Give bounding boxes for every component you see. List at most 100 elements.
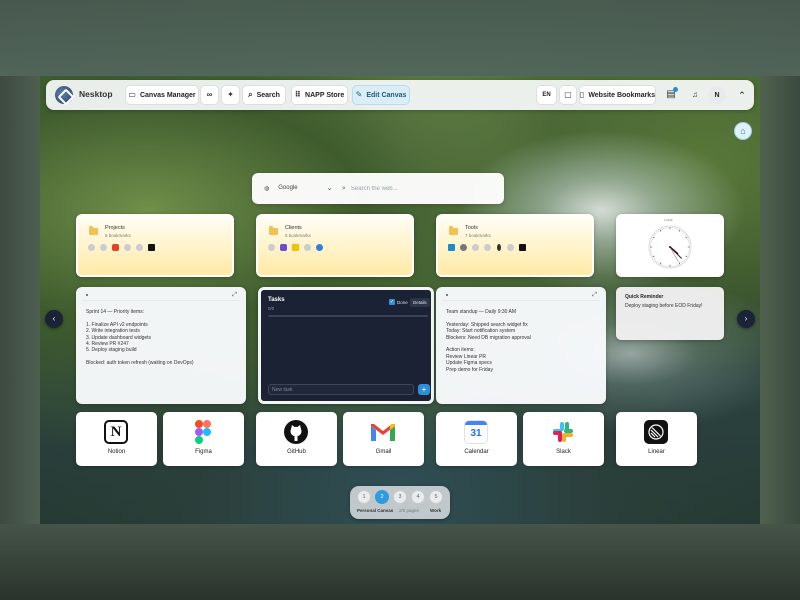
clock-widget[interactable]: Local [616, 214, 724, 277]
language-button[interactable]: EN [536, 85, 557, 105]
backdrop-top [0, 0, 800, 76]
web-search-widget: ◍ Google ⌄ ⌕ [252, 173, 504, 204]
folder-count: 7 bookmarks [465, 233, 491, 238]
app-figma[interactable]: Figma [163, 412, 244, 466]
globe-icon[interactable] [88, 244, 95, 251]
add-task-button[interactable]: + [418, 384, 430, 395]
github-icon [284, 420, 308, 444]
website-bookmarks-button[interactable]: ▯ Website Bookmarks [579, 85, 656, 105]
backdrop-left [0, 76, 40, 524]
folder-count: 6 bookmarks [105, 233, 131, 238]
app-name: Gmail [375, 449, 392, 455]
globe-icon[interactable] [268, 244, 275, 251]
folder-clients[interactable]: Clients 5 bookmarks [256, 214, 414, 277]
link-button[interactable]: ∞ [200, 85, 219, 105]
app-github[interactable]: GitHub [256, 412, 337, 466]
notion-icon: N [104, 420, 128, 444]
link-icon: ∞ [206, 90, 213, 99]
folder-tools[interactable]: Tools 7 bookmarks [436, 214, 594, 277]
expand-icon[interactable]: ⤢ [592, 292, 597, 299]
gmail-icon [371, 420, 395, 444]
web-search-input[interactable] [350, 185, 481, 192]
show-done-toggle[interactable]: ✓ Done [389, 299, 408, 305]
desktop-canvas: Nesktop ▭ Canvas Manager ∞ ✦ ⌕ Search ⠿ … [40, 76, 760, 524]
globe-icon[interactable] [304, 244, 311, 251]
pencil-icon: ✎ [355, 90, 363, 99]
nesktop-logo[interactable] [55, 86, 73, 104]
folder-icon [449, 226, 458, 235]
app-linear[interactable]: Linear [616, 412, 697, 466]
globe-icon[interactable] [507, 244, 514, 251]
drag-handle-icon[interactable] [86, 294, 88, 296]
app-calendar[interactable]: 31 Calendar [436, 412, 517, 466]
app-icon[interactable] [519, 244, 526, 251]
pen-icon[interactable] [497, 244, 501, 251]
sprint-note[interactable]: ⤢ Sprint 14 — Priority items: 1. Finaliz… [76, 287, 246, 404]
new-task-field [268, 384, 414, 395]
folder-projects[interactable]: Projects 6 bookmarks [76, 214, 234, 277]
notification-badge [673, 87, 678, 92]
globe-icon[interactable] [136, 244, 143, 251]
notifications-button[interactable]: ♫ [686, 85, 704, 105]
folder-count: 5 bookmarks [285, 233, 311, 238]
calendar-header-band [465, 421, 487, 425]
calendar-icon: 31 [464, 420, 488, 444]
standup-note[interactable]: ⤢ Team standup — Daily 9:30 AM Yesterday… [436, 287, 606, 404]
note-text[interactable]: Team standup — Daily 9:30 AM Yesterday: … [446, 309, 598, 373]
app-icon[interactable] [448, 244, 455, 251]
chat-button[interactable]: ▢ [559, 85, 577, 105]
search-field: ⌕ [342, 181, 492, 196]
folder-title: Clients [285, 225, 302, 231]
collapse-button[interactable]: ⌃ [733, 85, 751, 105]
app-notion[interactable]: N Notion [76, 412, 157, 466]
search-icon: ⌕ [248, 90, 253, 99]
canvas-manager-button[interactable]: ▭ Canvas Manager [125, 85, 199, 105]
app-icon[interactable] [280, 244, 287, 251]
search-button-label: Search [256, 91, 280, 99]
page-dot-2[interactable]: 2 [375, 490, 389, 504]
sparkle-button[interactable]: ✦ [221, 85, 240, 105]
home-button[interactable]: ⌂ [734, 122, 752, 140]
globe-icon[interactable] [484, 244, 491, 251]
globe-icon[interactable] [100, 244, 107, 251]
quick-reminder-widget[interactable]: Quick Reminder Deploy staging before EOD… [616, 287, 724, 340]
app-gmail[interactable]: Gmail [343, 412, 424, 466]
napp-store-button[interactable]: ⠿ NAPP Store [291, 85, 348, 105]
app-name: Figma [195, 449, 212, 455]
folder-title: Tools [465, 225, 478, 231]
drag-handle-icon[interactable] [446, 294, 448, 296]
page-dot-3[interactable]: 3 [393, 490, 407, 504]
user-avatar[interactable]: N [708, 86, 726, 104]
gitlab-icon[interactable] [112, 244, 119, 251]
page-dot-5[interactable]: 5 [429, 490, 443, 504]
analog-clock [648, 225, 692, 269]
edit-canvas-button[interactable]: ✎ Edit Canvas [352, 85, 410, 105]
page-dot-1[interactable]: 1 [357, 490, 371, 504]
previous-page-button[interactable]: ‹ [45, 310, 63, 328]
app-name: Notion [107, 449, 126, 455]
tasks-widget: Tasks 0/0 ✓ Done Details + [258, 287, 434, 404]
app-slack[interactable]: Slack [523, 412, 604, 466]
slack-icon [551, 420, 575, 444]
done-label: Done [397, 299, 408, 305]
chevron-up-icon: ⌃ [738, 89, 746, 100]
tasks-title: Tasks [268, 297, 285, 303]
expand-icon[interactable]: ⤢ [232, 292, 237, 299]
globe-icon[interactable] [460, 244, 467, 251]
globe-icon[interactable] [124, 244, 131, 251]
new-task-input[interactable] [272, 387, 402, 393]
checkbox-icon: ✓ [389, 299, 395, 305]
canvas-manager-label: Canvas Manager [139, 91, 196, 99]
search-engine-select[interactable]: ◍ Google ⌄ [264, 184, 332, 192]
next-page-button[interactable]: › [737, 310, 755, 328]
details-button[interactable]: Details [410, 298, 430, 307]
search-button[interactable]: ⌕ Search [242, 85, 286, 105]
page-dot-4[interactable]: 4 [411, 490, 425, 504]
home-icon: ⌂ [740, 126, 746, 136]
next-canvas-label: Work [430, 508, 442, 513]
globe-icon[interactable] [472, 244, 479, 251]
miro-icon[interactable] [292, 244, 299, 251]
vercel-icon[interactable] [148, 244, 155, 251]
note-text[interactable]: Sprint 14 — Priority items: 1. Finalize … [86, 309, 238, 367]
zoom-icon[interactable] [316, 244, 323, 251]
